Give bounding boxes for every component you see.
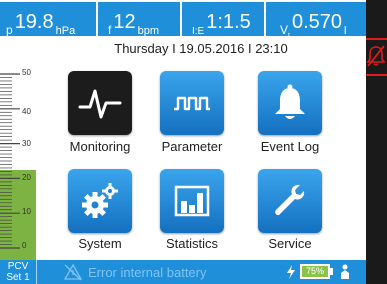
muted-warning-icon bbox=[64, 263, 82, 281]
ie-ratio-readout[interactable]: I:E 1:1.5 bbox=[192, 2, 251, 37]
pressure-symbol: p bbox=[6, 23, 13, 37]
pressure-gauge: 50 40 30 20 10 0 bbox=[0, 36, 36, 260]
event-log-label: Event Log bbox=[260, 139, 320, 154]
ie-ratio-value: 1:1.5 bbox=[206, 11, 251, 33]
gears-icon bbox=[82, 183, 118, 218]
service-label: Service bbox=[268, 236, 312, 251]
parameter-bar: p 19.8 hPa f 12 bpm I:E 1:1.5 Vt 0.570 l bbox=[0, 2, 366, 39]
parameter-label: Parameter bbox=[161, 139, 223, 154]
divider bbox=[264, 2, 266, 36]
event-log-tile[interactable] bbox=[258, 71, 322, 135]
battery-tip bbox=[330, 268, 333, 275]
statistics-tile[interactable] bbox=[160, 169, 224, 233]
bar-chart-icon bbox=[174, 185, 210, 217]
main-menu: Thursday I 19.05.2016 I 23:10 Monitoring… bbox=[36, 36, 366, 260]
frequency-symbol: f bbox=[108, 23, 112, 37]
mode-name: PCV bbox=[7, 261, 29, 272]
pressure-readout[interactable]: p 19.8 hPa bbox=[6, 2, 75, 37]
mode-set: Set 1 bbox=[6, 272, 30, 283]
alarm-off-icon[interactable] bbox=[366, 44, 386, 68]
tidal-volume-value: 0.570 bbox=[291, 11, 343, 33]
frequency-value: 12 bbox=[113, 11, 136, 33]
battery-indicator: 75% bbox=[300, 264, 330, 279]
service-tile[interactable] bbox=[258, 169, 322, 233]
statistics-label: Statistics bbox=[165, 236, 218, 251]
monitoring-tile[interactable] bbox=[68, 71, 132, 135]
ventilator-screen: p 19.8 hPa f 12 bpm I:E 1:1.5 Vt 0.570 l bbox=[0, 0, 387, 284]
divider bbox=[180, 2, 182, 36]
frequency-readout[interactable]: f 12 bpm bbox=[108, 2, 159, 37]
mains-plug-icon bbox=[341, 264, 349, 279]
bell-icon bbox=[275, 84, 305, 119]
gauge-label-10: 10 bbox=[22, 207, 31, 216]
pressure-value: 19.8 bbox=[14, 11, 54, 33]
status-bar: PCV Set 1 Error internal battery 75% bbox=[0, 260, 366, 284]
ventilation-mode[interactable]: PCV Set 1 bbox=[0, 260, 36, 284]
divider bbox=[36, 260, 37, 284]
gauge-label-40: 40 bbox=[22, 107, 31, 116]
pulse-wave-icon bbox=[174, 96, 210, 111]
tidal-volume-readout[interactable]: Vt 0.570 l bbox=[280, 2, 346, 39]
system-tile[interactable] bbox=[68, 169, 132, 233]
parameter-tile[interactable] bbox=[160, 71, 224, 135]
system-label: System bbox=[78, 236, 122, 251]
date-time-display: Thursday I 19.05.2016 I 23:10 bbox=[114, 41, 288, 56]
warning-message[interactable]: Error internal battery bbox=[88, 265, 207, 280]
divider bbox=[96, 2, 98, 36]
lightning-icon bbox=[287, 265, 295, 279]
gauge-label-50: 50 bbox=[22, 68, 31, 77]
gauge-label-0: 0 bbox=[22, 241, 27, 250]
wrench-icon bbox=[275, 184, 305, 216]
gauge-label-20: 20 bbox=[22, 173, 31, 182]
gauge-label-30: 30 bbox=[22, 139, 31, 148]
monitoring-label: Monitoring bbox=[69, 139, 131, 154]
waveform-icon bbox=[78, 89, 122, 119]
